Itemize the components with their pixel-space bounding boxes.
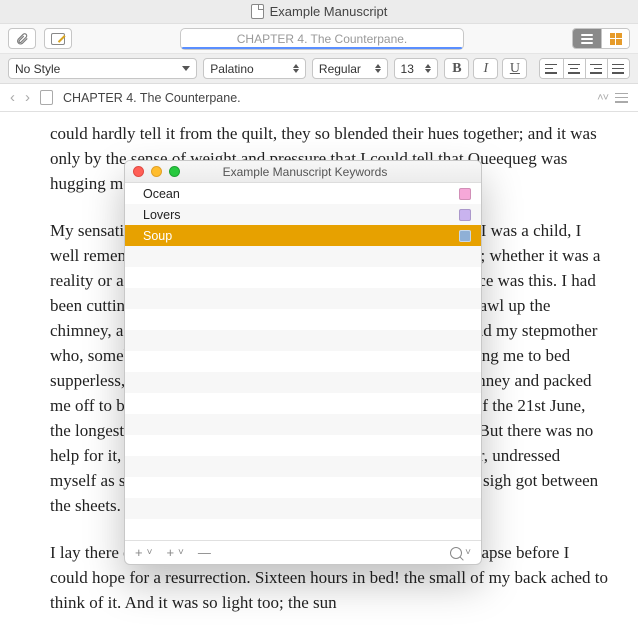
panel-title: Example Manuscript Keywords xyxy=(137,165,473,179)
size-select-value: 13 xyxy=(401,62,414,76)
keyword-row[interactable]: Soup xyxy=(125,225,481,246)
compose-button[interactable] xyxy=(44,28,72,49)
style-select-value: No Style xyxy=(15,62,60,76)
attach-button[interactable] xyxy=(8,28,36,49)
toolbar-main: CHAPTER 4. The Counterpane. xyxy=(0,24,638,54)
empty-row xyxy=(125,267,481,288)
chevron-down-icon xyxy=(182,66,190,71)
compose-icon xyxy=(51,33,65,45)
align-justify-button[interactable] xyxy=(607,59,629,78)
font-select-value: Palatino xyxy=(210,62,253,76)
align-right-icon xyxy=(590,64,602,74)
align-center-button[interactable] xyxy=(563,59,585,78)
panel-footer: +˅ +˅ — ˅ xyxy=(125,540,481,564)
empty-row xyxy=(125,519,481,540)
keyword-label: Soup xyxy=(143,229,172,243)
stepper-icon xyxy=(375,64,381,73)
document-header-bar: ‹ › CHAPTER 4. The Counterpane. ˄ ˅ xyxy=(0,84,638,112)
keywords-panel: Example Manuscript Keywords Ocean Lovers S… xyxy=(124,160,482,565)
page-icon xyxy=(40,90,53,105)
breadcrumb-title: CHAPTER 4. The Counterpane. xyxy=(63,91,241,105)
empty-row xyxy=(125,351,481,372)
empty-row xyxy=(125,435,481,456)
align-left-button[interactable] xyxy=(540,59,562,78)
empty-row xyxy=(125,309,481,330)
color-swatch xyxy=(459,209,471,221)
keywords-list[interactable]: Ocean Lovers Soup xyxy=(125,183,481,540)
empty-row xyxy=(125,498,481,519)
stepper-icon xyxy=(425,64,431,73)
search-icon xyxy=(450,547,462,559)
window-title: Example Manuscript xyxy=(270,4,388,19)
text-style-group: B I U xyxy=(444,58,527,79)
color-swatch xyxy=(459,230,471,242)
nav-back-button[interactable]: ‹ xyxy=(10,89,15,106)
paperclip-icon xyxy=(15,32,29,46)
view-mode-text[interactable] xyxy=(573,29,601,48)
empty-row xyxy=(125,246,481,267)
corkboard-icon xyxy=(610,33,622,45)
italic-button[interactable]: I xyxy=(473,58,498,79)
empty-row xyxy=(125,393,481,414)
empty-row xyxy=(125,330,481,351)
color-swatch xyxy=(459,188,471,200)
keyword-label: Lovers xyxy=(143,208,181,222)
tab-label: CHAPTER 4. The Counterpane. xyxy=(237,32,408,46)
view-mode-cork[interactable] xyxy=(601,29,629,48)
outline-toggle-button[interactable] xyxy=(615,93,628,103)
nav-forward-button[interactable]: › xyxy=(25,89,30,106)
window-titlebar: Example Manuscript xyxy=(0,0,638,24)
keyword-label: Ocean xyxy=(143,187,180,201)
bold-button[interactable]: B xyxy=(444,58,469,79)
align-left-icon xyxy=(545,64,557,74)
view-mode-segmented xyxy=(572,28,630,49)
add-child-keyword-group[interactable]: +˅ xyxy=(166,545,183,560)
weight-select-value: Regular xyxy=(319,62,361,76)
empty-row xyxy=(125,372,481,393)
stepper-icon xyxy=(293,64,299,73)
alignment-group xyxy=(539,58,630,79)
align-justify-icon xyxy=(612,64,624,74)
panel-titlebar[interactable]: Example Manuscript Keywords xyxy=(125,161,481,183)
keyword-row[interactable]: Lovers xyxy=(125,204,481,225)
underline-button[interactable]: U xyxy=(502,58,527,79)
chevron-down-icon: ˅ xyxy=(465,547,471,558)
weight-select[interactable]: Regular xyxy=(312,58,388,79)
remove-keyword-button[interactable]: — xyxy=(198,545,211,560)
document-tab[interactable]: CHAPTER 4. The Counterpane. xyxy=(180,28,464,50)
document-icon xyxy=(251,4,264,19)
align-center-icon xyxy=(568,64,580,74)
empty-row xyxy=(125,414,481,435)
font-select[interactable]: Palatino xyxy=(203,58,306,79)
keyword-search[interactable]: ˅ xyxy=(450,547,471,559)
style-select[interactable]: No Style xyxy=(8,58,197,79)
empty-row xyxy=(125,288,481,309)
align-right-button[interactable] xyxy=(585,59,607,78)
add-keyword-group[interactable]: +˅ xyxy=(135,545,152,560)
size-select[interactable]: 13 xyxy=(394,58,439,79)
text-view-icon xyxy=(581,34,593,44)
empty-row xyxy=(125,456,481,477)
keyword-row[interactable]: Ocean xyxy=(125,183,481,204)
empty-row xyxy=(125,477,481,498)
toolbar-format: No Style Palatino Regular 13 B I U xyxy=(0,54,638,84)
prev-next-buttons[interactable]: ˄ ˅ xyxy=(597,92,607,104)
